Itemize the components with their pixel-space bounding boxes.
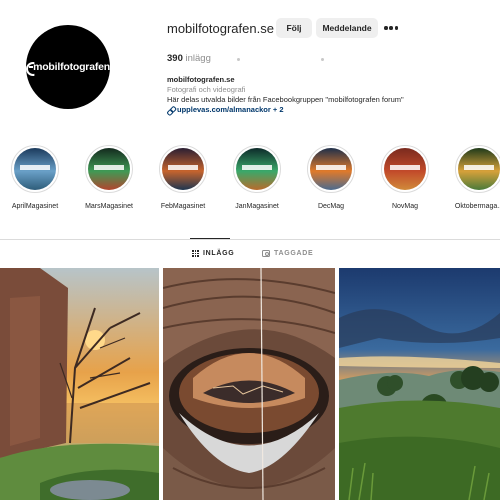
highlight-cover-banner — [390, 165, 420, 170]
highlight-ring — [307, 145, 355, 193]
link-icon — [167, 107, 174, 114]
camera-logo-icon — [26, 62, 34, 72]
highlight-ring — [85, 145, 133, 193]
follow-button[interactable]: Följ — [276, 18, 312, 38]
highlight-label: JanMagasinet — [235, 203, 279, 210]
more-horizontal-icon[interactable] — [384, 26, 398, 30]
tag-icon — [262, 250, 270, 257]
highlight-label: Oktobermaga... — [454, 203, 500, 210]
highlight-ring — [159, 145, 207, 193]
bio-link[interactable]: upplevas.com/almanackor + 2 — [167, 105, 404, 115]
highlight-label: NovMag — [391, 203, 419, 210]
story-highlight[interactable]: FebMagasinet — [153, 145, 213, 210]
post-horse-eye[interactable] — [163, 268, 335, 500]
posts-count: 390 inlägg — [167, 53, 211, 64]
tab-tagged-label: TAGGADE — [274, 250, 314, 257]
highlight-cover-image — [88, 148, 130, 190]
highlight-cover-banner — [20, 165, 50, 170]
profile-username: mobilfotografen.se — [167, 21, 274, 36]
highlight-cover-banner — [242, 165, 272, 170]
highlight-label: DecMag — [317, 203, 345, 210]
highlight-cover-image — [384, 148, 426, 190]
highlight-label: MarsMagasinet — [85, 203, 133, 210]
posts-count-number: 390 — [167, 53, 183, 64]
grid-icon — [192, 250, 199, 257]
faint-separator-dot — [237, 58, 240, 61]
tab-posts-label: INLÄGG — [203, 250, 235, 257]
highlight-ring — [455, 145, 500, 193]
story-highlight[interactable]: MarsMagasinet — [79, 145, 139, 210]
tab-posts[interactable]: INLÄGG — [192, 250, 234, 257]
highlight-cover-image — [310, 148, 352, 190]
post-image — [339, 268, 500, 500]
highlight-cover-image — [458, 148, 500, 190]
highlight-ring — [233, 145, 281, 193]
tab-tagged[interactable]: TAGGADE — [262, 250, 313, 257]
tabs-divider — [0, 239, 500, 240]
highlight-cover-banner — [94, 165, 124, 170]
post-tree-sunset[interactable] — [0, 268, 159, 500]
highlight-ring — [11, 145, 59, 193]
story-highlight[interactable]: AprilMagasinet — [5, 145, 65, 210]
profile-avatar[interactable]: mobilfotografen — [26, 25, 110, 109]
bio-name: mobilfotografen.se — [167, 75, 235, 84]
message-button[interactable]: Meddelande — [316, 18, 378, 38]
post-image — [163, 268, 335, 500]
bio-description: Här delas utvalda bilder från Facebookgr… — [167, 95, 404, 104]
highlight-label: FebMagasinet — [160, 203, 206, 210]
avatar-logo-text: mobilfotografen — [33, 61, 110, 73]
bio-category: Fotografi och videografi — [167, 85, 246, 94]
profile-bio: mobilfotografen.se Fotografi och videogr… — [167, 75, 404, 115]
highlight-cover-banner — [168, 165, 198, 170]
highlight-cover-banner — [464, 165, 494, 170]
highlight-cover-image — [236, 148, 278, 190]
bio-link-text[interactable]: upplevas.com/almanackor + 2 — [177, 105, 284, 115]
story-highlight[interactable]: JanMagasinet — [227, 145, 287, 210]
highlight-cover-image — [14, 148, 56, 190]
highlight-label: AprilMagasinet — [11, 203, 59, 210]
faint-separator-dot — [321, 58, 324, 61]
story-highlight[interactable]: Oktobermaga... — [449, 145, 500, 210]
story-highlight[interactable]: DecMag — [301, 145, 361, 210]
post-image — [0, 268, 159, 500]
post-meadow-sunset[interactable] — [339, 268, 500, 500]
story-highlight[interactable]: NovMag — [375, 145, 435, 210]
highlight-cover-banner — [316, 165, 346, 170]
highlight-cover-image — [162, 148, 204, 190]
posts-count-label: inlägg — [185, 53, 211, 64]
active-tab-indicator — [190, 238, 230, 239]
highlight-ring — [381, 145, 429, 193]
